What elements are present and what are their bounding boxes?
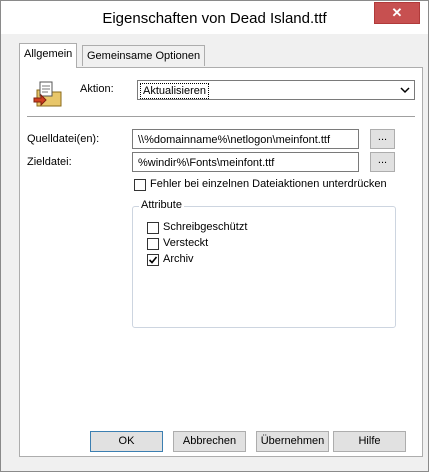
chevron-down-icon: [400, 87, 410, 94]
action-select[interactable]: Aktualisieren: [137, 80, 415, 100]
cancel-button[interactable]: Abbrechen: [173, 431, 246, 452]
action-select-value: Aktualisieren: [140, 83, 209, 99]
file-action-icon: [33, 81, 62, 107]
source-label: Quelldatei(en):: [27, 133, 100, 145]
checkmark-icon: [148, 256, 158, 264]
readonly-label: Schreibgeschützt: [163, 221, 248, 233]
separator: [27, 116, 415, 117]
archive-checkbox[interactable]: [147, 254, 159, 266]
dialog-window: Eigenschaften von Dead Island.ttf ✕ Allg…: [0, 0, 429, 472]
close-button[interactable]: ✕: [374, 2, 420, 24]
target-label: Zieldatei:: [27, 156, 72, 168]
window-title: Eigenschaften von Dead Island.ttf: [102, 10, 327, 27]
close-icon: ✕: [391, 5, 403, 20]
tab-label: Allgemein: [24, 48, 73, 60]
dialog-body: Allgemein Gemeinsame Optionen Aktion: Ak…: [8, 34, 423, 464]
attributes-group: Attribute Schreibgeschützt Versteckt Arc…: [132, 199, 396, 328]
help-button[interactable]: Hilfe: [333, 431, 406, 452]
tab-panel-allgemein: Aktion: Aktualisieren Quelldatei(en): \\…: [19, 67, 423, 457]
hidden-label: Versteckt: [163, 237, 209, 249]
tab-allgemein[interactable]: Allgemein: [19, 43, 78, 68]
source-file-input[interactable]: \\%domainname%\netlogon\meinfont.ttf: [132, 129, 359, 149]
tab-label: Gemeinsame Optionen: [87, 50, 201, 62]
attributes-group-title: Attribute: [139, 199, 184, 211]
ok-button[interactable]: OK: [90, 431, 163, 452]
readonly-checkbox[interactable]: [147, 222, 159, 234]
target-file-input[interactable]: %windir%\Fonts\meinfont.ttf: [132, 152, 359, 172]
suppress-errors-checkbox[interactable]: [134, 179, 146, 191]
tab-gemeinsame-optionen[interactable]: Gemeinsame Optionen: [82, 45, 206, 66]
source-browse-button[interactable]: ...: [370, 129, 395, 149]
apply-button[interactable]: Übernehmen: [256, 431, 329, 452]
title-bar[interactable]: Eigenschaften von Dead Island.ttf ✕: [1, 1, 428, 34]
suppress-errors-label: Fehler bei einzelnen Dateiaktionen unter…: [150, 178, 387, 190]
hidden-checkbox[interactable]: [147, 238, 159, 250]
action-label: Aktion:: [80, 83, 114, 95]
archive-label: Archiv: [163, 253, 194, 265]
target-browse-button[interactable]: ...: [370, 152, 395, 172]
